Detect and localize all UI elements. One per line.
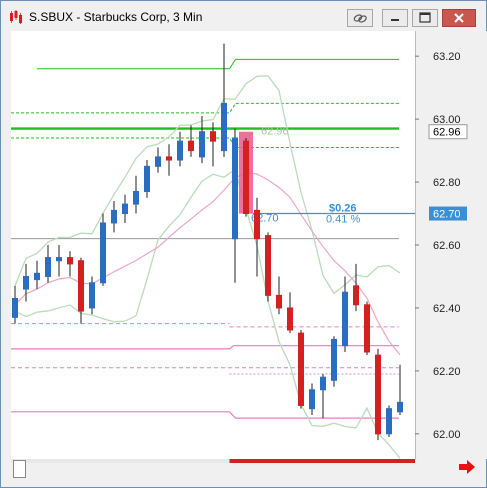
candle-body xyxy=(375,354,381,435)
candle xyxy=(364,301,370,356)
restore-icon xyxy=(419,12,431,23)
candle-body xyxy=(111,209,117,224)
link-button[interactable] xyxy=(347,9,373,27)
title-bar[interactable]: S.SBUX - Starbucks Corp, 3 Min xyxy=(1,1,486,31)
candle-body xyxy=(342,291,348,347)
candle xyxy=(243,138,249,217)
link-icon xyxy=(353,14,367,23)
y-tick-label: 63.20 xyxy=(433,51,461,63)
bar-chart-icon xyxy=(10,10,22,24)
scroll-thumb[interactable] xyxy=(13,460,26,478)
candle-body xyxy=(78,260,84,312)
candle-body xyxy=(364,304,370,353)
candle-body xyxy=(188,140,194,152)
candle-body xyxy=(155,156,161,167)
candle-body xyxy=(177,140,183,161)
candle-body xyxy=(23,275,29,290)
candle xyxy=(386,405,392,437)
candle-body xyxy=(34,272,40,281)
candle-body xyxy=(243,140,249,215)
candle-body xyxy=(331,338,337,381)
candle-body xyxy=(254,209,260,240)
y-tick-label: 62.80 xyxy=(433,177,461,189)
plot-area xyxy=(11,31,415,459)
candle-body xyxy=(133,191,139,205)
candle xyxy=(100,213,106,286)
candle-body xyxy=(221,102,227,152)
candle-body xyxy=(166,156,172,161)
candle-body xyxy=(309,389,315,410)
candle-body xyxy=(320,376,326,391)
candle-body xyxy=(287,307,293,331)
session-indicator-bar xyxy=(229,459,415,463)
candle-body xyxy=(353,285,359,306)
candle-body xyxy=(144,165,150,193)
candle-body xyxy=(210,131,216,142)
annotation-change-pct: 0.41 % xyxy=(326,214,360,226)
chart-window: S.SBUX - Starbucks Corp, 3 Min 63.20 63.… xyxy=(0,0,487,488)
arrow-right-icon[interactable] xyxy=(457,460,477,474)
minimize-button[interactable] xyxy=(382,9,408,27)
last-price-tag: 62.96 xyxy=(433,127,461,139)
restore-button[interactable] xyxy=(412,9,438,27)
candle-body xyxy=(386,408,392,435)
close-icon xyxy=(454,13,464,23)
candle-body xyxy=(232,137,238,240)
candle xyxy=(265,232,271,302)
candle-body xyxy=(397,401,403,413)
candle-body xyxy=(45,257,51,277)
y-tick-label: 62.00 xyxy=(433,429,461,441)
annotation-top-value: 62.96 xyxy=(261,126,289,138)
candle xyxy=(375,348,381,441)
candle-body xyxy=(67,257,73,265)
candle-body xyxy=(100,222,106,284)
y-tick-label: 62.20 xyxy=(433,366,461,378)
marker-price-tag: 62.70 xyxy=(433,209,461,221)
candle-body xyxy=(89,282,95,309)
y-tick-label: 62.40 xyxy=(433,303,461,315)
candle-body xyxy=(265,235,271,296)
candle-body xyxy=(199,131,205,158)
candle xyxy=(298,329,304,409)
candle-body xyxy=(276,294,282,309)
price-chart[interactable]: 63.2063.0062.8062.6062.4062.2062.0062.96… xyxy=(11,31,487,463)
candle-body xyxy=(298,332,304,406)
candle xyxy=(331,336,337,387)
window-title: S.SBUX - Starbucks Corp, 3 Min xyxy=(29,10,203,24)
candle-body xyxy=(122,203,128,215)
candle-body xyxy=(56,257,62,262)
y-tick-label: 62.60 xyxy=(433,240,461,252)
close-button[interactable] xyxy=(442,9,476,27)
minimize-icon xyxy=(391,19,399,21)
candle-body xyxy=(12,298,18,318)
